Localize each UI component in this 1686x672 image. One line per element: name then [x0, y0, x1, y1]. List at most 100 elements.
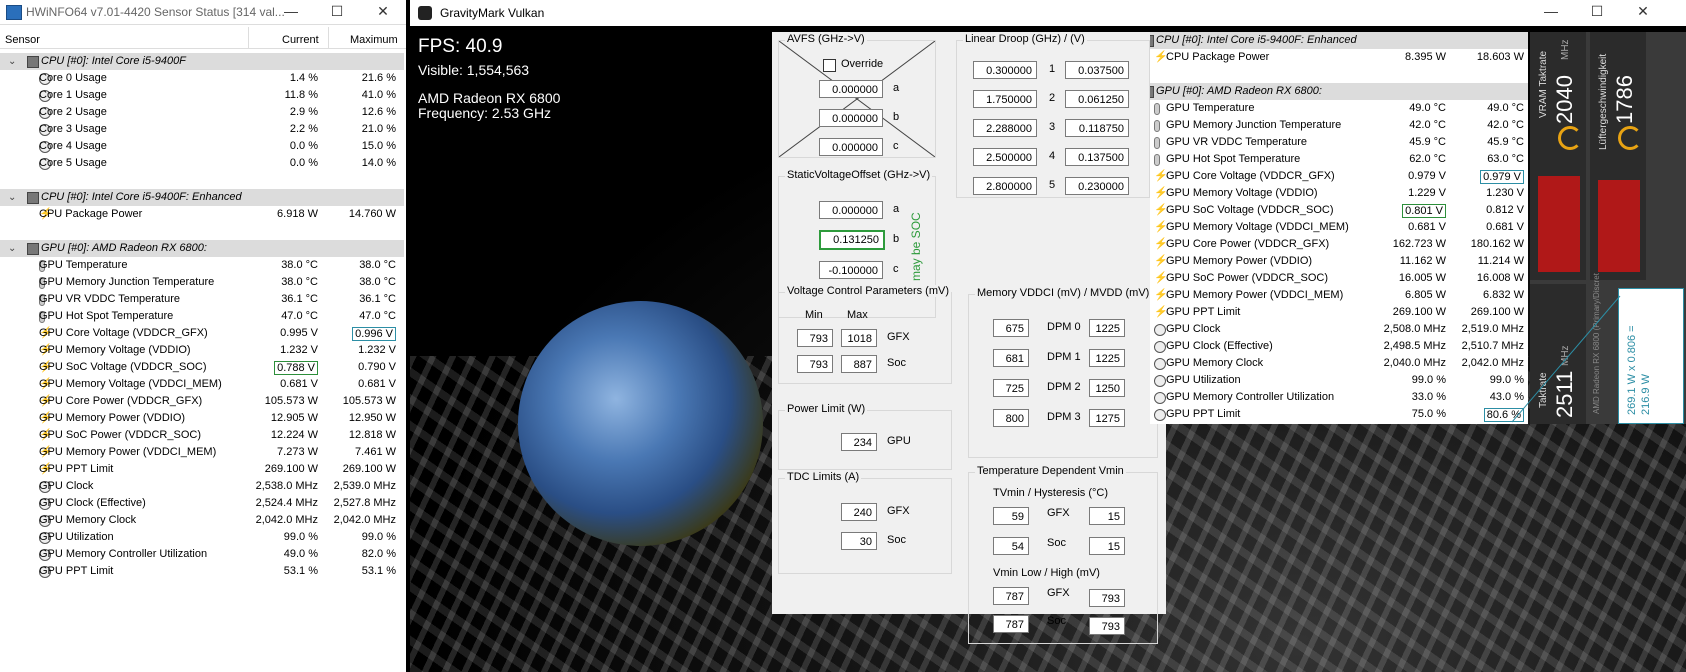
- hysteresis-soc-input[interactable]: 15: [1089, 537, 1125, 555]
- sensor-row[interactable]: ⚡ GPU SoC Voltage (VDDCR_SOC) 0.788 V 0.790…: [0, 359, 404, 376]
- sensor-row[interactable]: GPU Temperature 49.0 °C 49.0 °C: [1150, 100, 1528, 117]
- vcp-soc-max-input[interactable]: 887: [841, 355, 877, 373]
- sensor-row[interactable]: ⚡ GPU Core Voltage (VDDCR_GFX) 0.995 V 0.99…: [0, 325, 404, 342]
- avfs-c-input[interactable]: 0.000000: [819, 138, 883, 156]
- collapse-chevron-icon[interactable]: ⌄: [8, 56, 16, 67]
- droop-ghz-3-input[interactable]: 2.288000: [973, 119, 1037, 137]
- sensor-group-header[interactable]: ⌄ CPU [#0]: Intel Core i5-9400F: [0, 53, 404, 70]
- sensor-row[interactable]: ⚡ GPU SoC Power (VDDCR_SOC) 16.005 W 16.008…: [1150, 270, 1528, 287]
- power-limit-gpu-input[interactable]: 234: [841, 433, 877, 451]
- sensor-row[interactable]: ⚡ GPU SoC Voltage (VDDCR_SOC) 0.801 V 0.812…: [1150, 202, 1528, 219]
- droop-v-1-input[interactable]: 0.037500: [1065, 61, 1129, 79]
- column-header-sensor[interactable]: Sensor: [5, 34, 40, 46]
- sensor-group-header[interactable]: ⌄GPU [#0]: AMD Radeon RX 6800:: [0, 240, 404, 257]
- sensor-row[interactable]: GPU Clock (Effective) 2,524.4 MHz 2,527.8 …: [0, 495, 404, 512]
- tdc-gfx-input[interactable]: 240: [841, 503, 877, 521]
- sensor-row[interactable]: GPU PPT Limit 53.1 % 53.1 %: [0, 563, 404, 580]
- sensor-row[interactable]: GPU VR VDDC Temperature 45.9 °C 45.9 °C: [1150, 134, 1528, 151]
- tdc-soc-input[interactable]: 30: [841, 532, 877, 550]
- sensor-row[interactable]: Core 3 Usage 2.2 % 21.0 %: [0, 121, 404, 138]
- sensor-row[interactable]: ⚡ GPU Core Voltage (VDDCR_GFX) 0.979 V 0.97…: [1150, 168, 1528, 185]
- mvdd-dpm2-input[interactable]: 1250: [1089, 379, 1125, 397]
- sensor-row[interactable]: GPU Clock 2,508.0 MHz 2,519.0 MHz: [1150, 321, 1528, 338]
- sensor-row[interactable]: GPU Memory Junction Temperature 38.0 °C 38…: [0, 274, 404, 291]
- vddci-dpm3-input[interactable]: 800: [993, 409, 1029, 427]
- sensor-row[interactable]: ⚡ GPU Memory Voltage (VDDCI_MEM) 0.681 V 0.…: [0, 376, 404, 393]
- droop-v-5-input[interactable]: 0.230000: [1065, 177, 1129, 195]
- sensor-row[interactable]: Core 5 Usage 0.0 % 14.0 %: [0, 155, 404, 172]
- close-button[interactable]: ✕: [360, 0, 406, 24]
- droop-ghz-4-input[interactable]: 2.500000: [973, 148, 1037, 166]
- sensor-row[interactable]: ⚡ GPU Memory Voltage (VDDCI_MEM) 0.681 V 0.…: [1150, 219, 1528, 236]
- sensor-row[interactable]: GPU Memory Clock 2,042.0 MHz 2,042.0 MHz: [0, 512, 404, 529]
- sensor-row[interactable]: GPU Memory Controller Utilization 33.0 % 4…: [1150, 389, 1528, 406]
- vcp-soc-min-input[interactable]: 793: [797, 355, 833, 373]
- tvmin-gfx-input[interactable]: 59: [993, 507, 1029, 525]
- sensor-row[interactable]: ⚡ CPU Package Power 6.918 W 14.760 W: [0, 206, 404, 223]
- sensor-row[interactable]: ⚡ GPU Memory Power (VDDIO) 12.905 W 12.950 …: [0, 410, 404, 427]
- sensor-row[interactable]: GPU Memory Controller Utilization 49.0 % 8…: [0, 546, 404, 563]
- column-divider[interactable]: [328, 27, 329, 49]
- vmin-gfx-high-input[interactable]: 793: [1089, 589, 1125, 607]
- sensor-group-header[interactable]: ⌄CPU [#0]: Intel Core i5-9400F: Enhanced: [1150, 32, 1528, 49]
- collapse-chevron-icon[interactable]: ⌄: [8, 192, 16, 203]
- hysteresis-gfx-input[interactable]: 15: [1089, 507, 1125, 525]
- vddci-dpm2-input[interactable]: 725: [993, 379, 1029, 397]
- sensor-row[interactable]: ⚡ GPU SoC Power (VDDCR_SOC) 12.224 W 12.818…: [0, 427, 404, 444]
- vcp-gfx-min-input[interactable]: 793: [797, 329, 833, 347]
- maximize-button[interactable]: ☐: [314, 0, 360, 24]
- collapse-chevron-icon[interactable]: ⌄: [8, 243, 16, 254]
- column-header-maximum[interactable]: Maximum: [350, 34, 398, 46]
- sensor-row[interactable]: ⚡ GPU Memory Power (VDDCI_MEM) 7.273 W 7.46…: [0, 444, 404, 461]
- droop-ghz-5-input[interactable]: 2.800000: [973, 177, 1037, 195]
- sensor-row[interactable]: ⚡ GPU PPT Limit 269.100 W 269.100 W: [1150, 304, 1528, 321]
- sensor-row[interactable]: ⚡ GPU Memory Voltage (VDDIO) 1.232 V 1.232 …: [0, 342, 404, 359]
- sensor-row[interactable]: ⚡ CPU Package Power 8.395 W 18.603 W: [1150, 49, 1528, 66]
- sensor-row[interactable]: GPU Clock (Effective) 2,498.5 MHz 2,510.7 …: [1150, 338, 1528, 355]
- sensor-row[interactable]: Core 4 Usage 0.0 % 15.0 %: [0, 138, 404, 155]
- sensor-row[interactable]: ⚡ GPU Memory Voltage (VDDIO) 1.229 V 1.230 …: [1150, 185, 1528, 202]
- gravitymark-titlebar[interactable]: GravityMark Vulkan — ☐ ✕: [410, 0, 1686, 26]
- droop-ghz-2-input[interactable]: 1.750000: [973, 90, 1037, 108]
- close-button[interactable]: ✕: [1620, 0, 1666, 24]
- sensor-row[interactable]: GPU Hot Spot Temperature 47.0 °C 47.0 °C: [0, 308, 404, 325]
- sensor-row[interactable]: Core 1 Usage 11.8 % 41.0 %: [0, 87, 404, 104]
- droop-v-4-input[interactable]: 0.137500: [1065, 148, 1129, 166]
- svo-a-input[interactable]: 0.000000: [819, 201, 883, 219]
- sensor-row[interactable]: Core 2 Usage 2.9 % 12.6 %: [0, 104, 404, 121]
- sensor-row[interactable]: GPU Memory Clock 2,040.0 MHz 2,042.0 MHz: [1150, 355, 1528, 372]
- sensor-row[interactable]: GPU Clock 2,538.0 MHz 2,539.0 MHz: [0, 478, 404, 495]
- vmin-soc-low-input[interactable]: 787: [993, 615, 1029, 633]
- sensor-row[interactable]: GPU VR VDDC Temperature 36.1 °C 36.1 °C: [0, 291, 404, 308]
- svo-c-input[interactable]: -0.100000: [819, 261, 883, 279]
- minimize-button[interactable]: —: [268, 0, 314, 24]
- svo-b-input[interactable]: 0.131250: [819, 230, 885, 250]
- vddci-dpm1-input[interactable]: 681: [993, 349, 1029, 367]
- sensor-group-header[interactable]: ⌄GPU [#0]: AMD Radeon RX 6800:: [1150, 83, 1528, 100]
- sensor-row[interactable]: ⚡ GPU PPT Limit 269.100 W 269.100 W: [0, 461, 404, 478]
- sensor-row[interactable]: GPU Utilization 99.0 % 99.0 %: [1150, 372, 1528, 389]
- droop-v-3-input[interactable]: 0.118750: [1065, 119, 1129, 137]
- column-header-current[interactable]: Current: [282, 34, 319, 46]
- sensor-group-header[interactable]: ⌄CPU [#0]: Intel Core i5-9400F: Enhanced: [0, 189, 404, 206]
- minimize-button[interactable]: —: [1528, 0, 1574, 24]
- avfs-a-input[interactable]: 0.000000: [819, 80, 883, 98]
- tvmin-soc-input[interactable]: 54: [993, 537, 1029, 555]
- hwinfo-titlebar[interactable]: HWiNFO64 v7.01-4420 Sensor Status [314 v…: [0, 0, 406, 25]
- vmin-soc-high-input[interactable]: 793: [1089, 617, 1125, 635]
- mvdd-dpm0-input[interactable]: 1225: [1089, 319, 1125, 337]
- sensor-row[interactable]: ⚡ GPU Core Power (VDDCR_GFX) 162.723 W 180.…: [1150, 236, 1528, 253]
- maximize-button[interactable]: ☐: [1574, 0, 1620, 24]
- sensor-row[interactable]: ⚡ GPU Memory Power (VDDCI_MEM) 6.805 W 6.83…: [1150, 287, 1528, 304]
- vddci-dpm0-input[interactable]: 675: [993, 319, 1029, 337]
- sensor-row[interactable]: GPU Utilization 99.0 % 99.0 %: [0, 529, 404, 546]
- sensor-row[interactable]: GPU Memory Junction Temperature 42.0 °C 42…: [1150, 117, 1528, 134]
- sensor-row[interactable]: GPU PPT Limit 75.0 % 80.6 %: [1150, 406, 1528, 423]
- sensor-row[interactable]: ⚡ GPU Memory Power (VDDIO) 11.162 W 11.214 …: [1150, 253, 1528, 270]
- sensor-row[interactable]: GPU Hot Spot Temperature 62.0 °C 63.0 °C: [1150, 151, 1528, 168]
- mvdd-dpm3-input[interactable]: 1275: [1089, 409, 1125, 427]
- column-divider[interactable]: [248, 27, 249, 49]
- override-checkbox[interactable]: [823, 59, 836, 72]
- vcp-gfx-max-input[interactable]: 1018: [841, 329, 877, 347]
- sensor-row[interactable]: ⚡ GPU Core Power (VDDCR_GFX) 105.573 W 105.…: [0, 393, 404, 410]
